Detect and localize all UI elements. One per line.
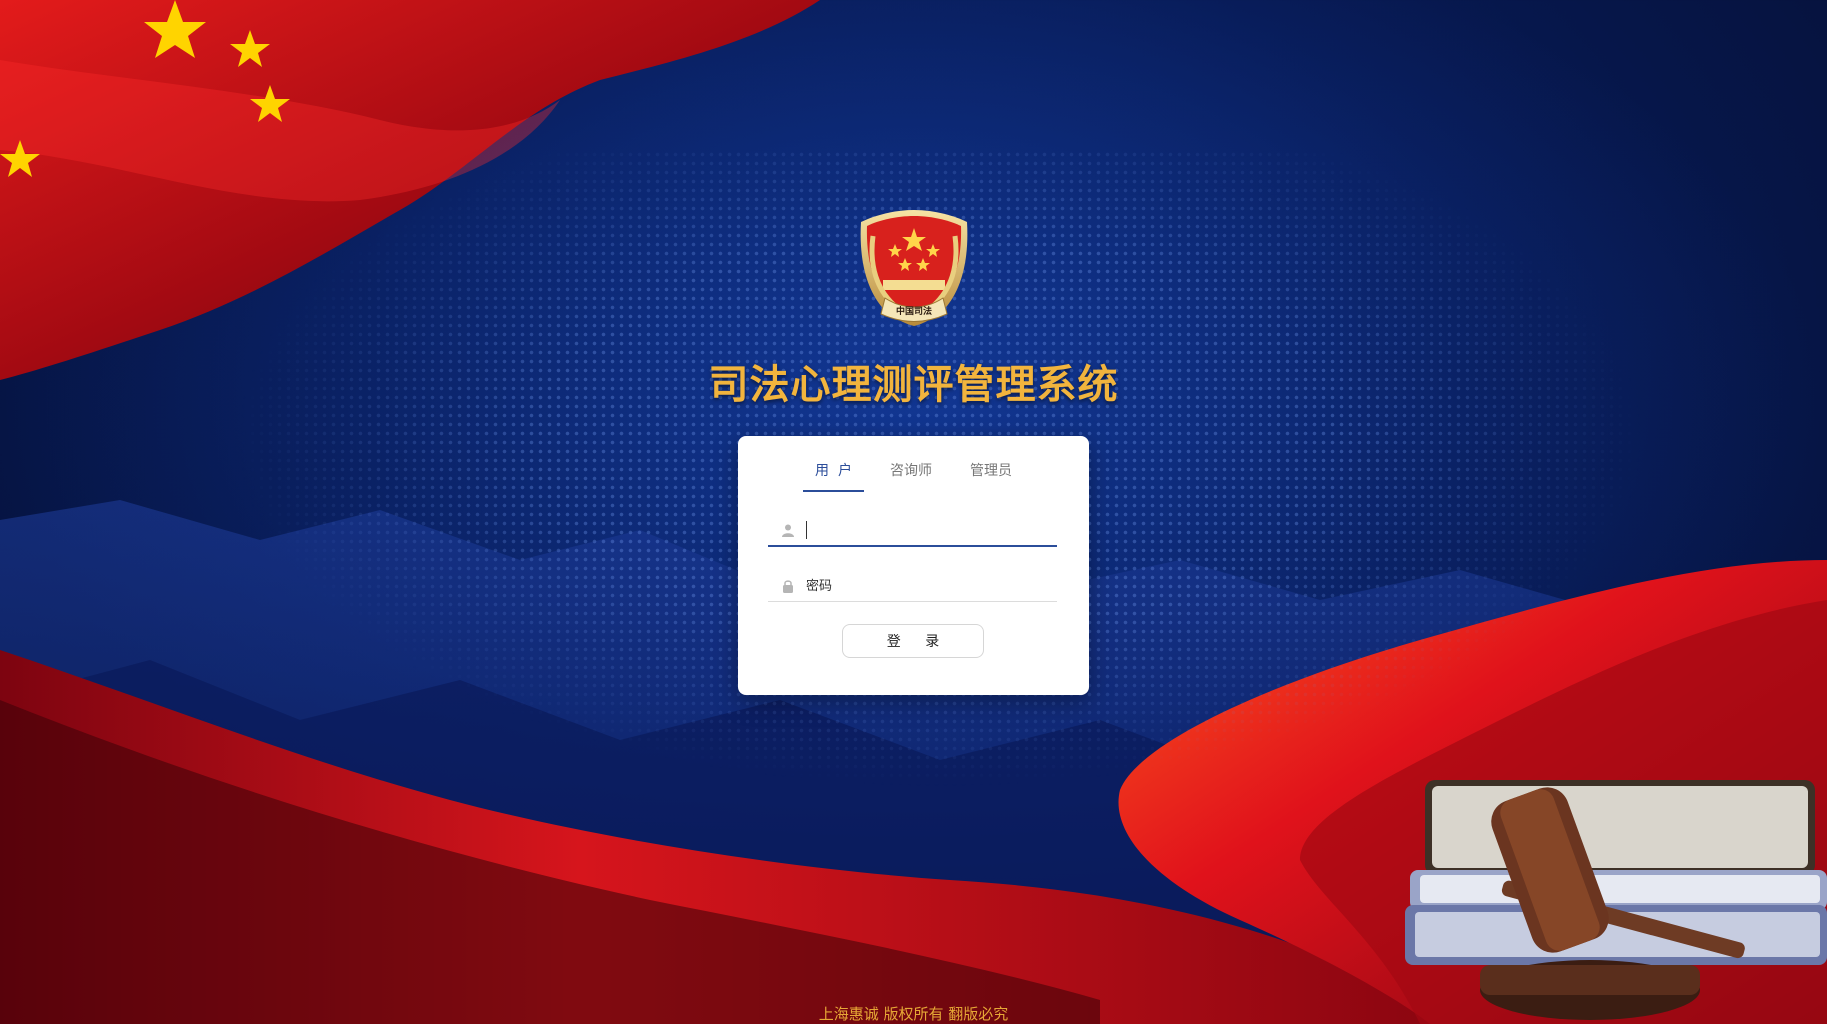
copyright-footer: 上海惠诚 版权所有 翻版必究	[818, 1005, 1009, 1023]
emblem-icon: 中国司法	[860, 210, 968, 326]
emblem-text: 中国司法	[896, 305, 932, 317]
password-input[interactable]	[806, 574, 1057, 598]
tab-admin[interactable]: 管理员	[958, 460, 1024, 492]
username-field	[768, 515, 1057, 547]
password-field	[768, 571, 1057, 602]
login-card: 用 户 咨询师 管理员 登 录	[738, 436, 1089, 695]
lock-icon	[778, 576, 798, 596]
app-title: 司法心理测评管理系统	[708, 362, 1119, 408]
court-emblem-logo: 中国司法	[855, 206, 973, 328]
login-button[interactable]: 登 录	[842, 624, 984, 658]
tab-counselor[interactable]: 咨询师	[878, 460, 944, 492]
tab-user[interactable]: 用 户	[803, 460, 864, 492]
role-tabs: 用 户 咨询师 管理员	[738, 460, 1089, 492]
username-input[interactable]	[807, 518, 1057, 542]
user-icon	[778, 520, 798, 540]
